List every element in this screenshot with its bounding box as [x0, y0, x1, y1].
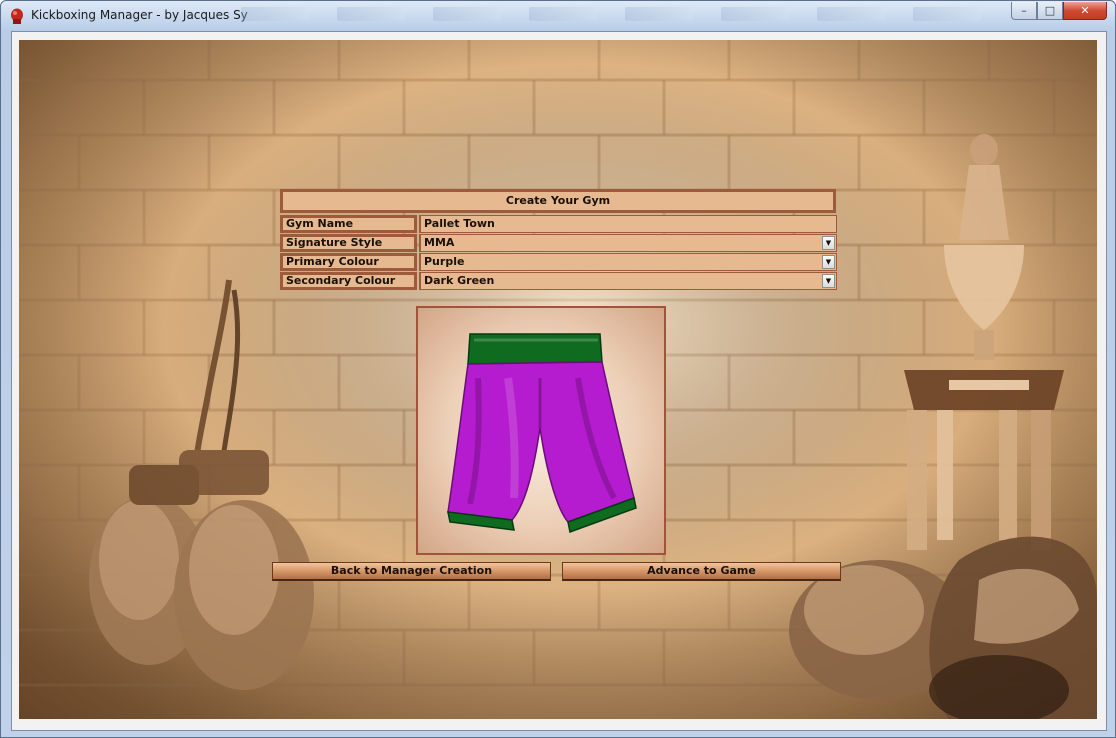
minimize-button[interactable]: – — [1011, 2, 1037, 20]
title-bar[interactable]: Kickboxing Manager - by Jacques Sy – □ ✕ — [1, 1, 1115, 31]
secondary-colour-row: Secondary Colour Dark Green ▼ — [280, 272, 837, 290]
back-to-manager-creation-button[interactable]: Back to Manager Creation — [272, 562, 551, 581]
signature-style-dropdown[interactable]: MMA ▼ — [419, 234, 837, 252]
primary-colour-label: Primary Colour — [280, 253, 417, 271]
gym-name-input[interactable]: Pallet Town — [419, 215, 837, 233]
maximize-button[interactable]: □ — [1037, 2, 1063, 20]
shorts-preview-panel — [416, 306, 666, 555]
form-title: Create Your Gym — [280, 189, 836, 213]
signature-style-label: Signature Style — [280, 234, 417, 252]
gym-name-row: Gym Name Pallet Town — [280, 215, 837, 233]
advance-to-game-button[interactable]: Advance to Game — [562, 562, 841, 581]
primary-colour-value: Purple — [424, 255, 465, 268]
primary-colour-row: Primary Colour Purple ▼ — [280, 253, 837, 271]
chevron-down-icon[interactable]: ▼ — [822, 236, 835, 250]
background-taskbar-ghost — [241, 7, 981, 25]
signature-style-value: MMA — [424, 236, 455, 249]
secondary-colour-value: Dark Green — [424, 274, 495, 287]
fight-shorts-image — [447, 333, 637, 534]
chevron-down-icon[interactable]: ▼ — [822, 274, 835, 288]
window-title: Kickboxing Manager - by Jacques Sy — [31, 8, 248, 22]
secondary-colour-label: Secondary Colour — [280, 272, 417, 290]
secondary-colour-dropdown[interactable]: Dark Green ▼ — [419, 272, 837, 290]
boxing-glove-icon — [11, 8, 23, 24]
primary-colour-dropdown[interactable]: Purple ▼ — [419, 253, 837, 271]
signature-style-row: Signature Style MMA ▼ — [280, 234, 837, 252]
window-controls: – □ ✕ — [1011, 2, 1107, 20]
close-button[interactable]: ✕ — [1063, 2, 1107, 20]
gym-name-label: Gym Name — [280, 215, 417, 233]
chevron-down-icon[interactable]: ▼ — [822, 255, 835, 269]
